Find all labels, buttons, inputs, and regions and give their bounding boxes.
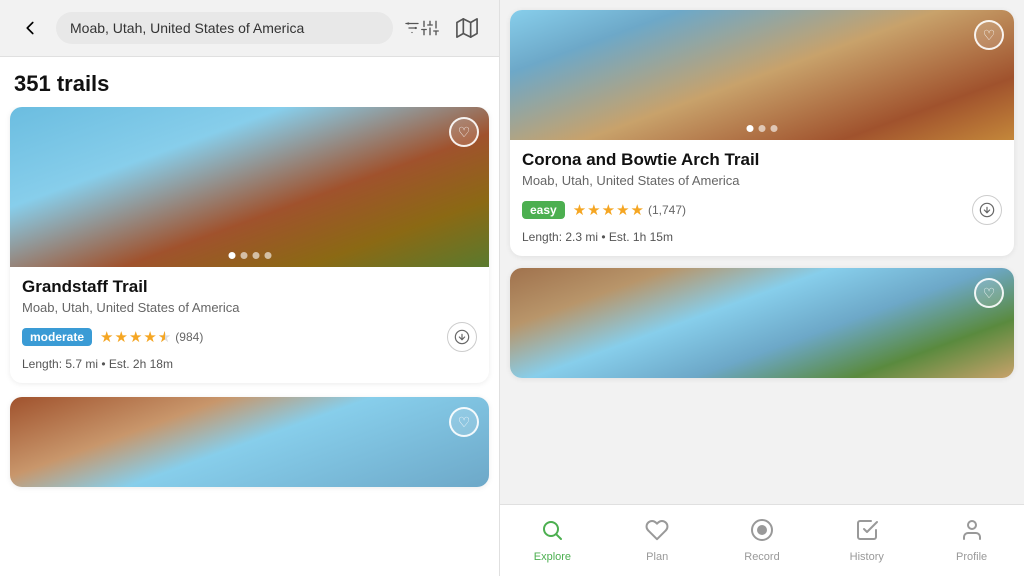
profile-icon [960,518,984,548]
star-rating: ★ ★ ★ ★ ★ ★ (984) [100,328,203,346]
star-1: ★ [100,328,113,346]
star-2: ★ [114,328,127,346]
right-trail-stats: Length: 2.3 mi • Est. 1h 15m [522,230,1002,244]
right-trail-info: Corona and Bowtie Arch Trail Moab, Utah,… [510,140,1014,256]
right-trail-card-waterfall[interactable]: ♡ [510,268,1014,378]
trails-count: 351 trails [0,57,499,107]
nav-label-plan: Plan [646,551,668,563]
trail-image-corona [510,10,1014,140]
dot-2 [240,252,247,259]
map-button[interactable] [449,10,485,46]
trail-info: Grandstaff Trail Moab, Utah, United Stat… [10,267,489,383]
star-half: ★ ★ [158,328,171,346]
trail-image-wrap-partial: ♡ [10,397,489,487]
trail-card-partial[interactable]: ♡ [10,397,489,487]
favorite-button-corona[interactable]: ♡ [974,20,1004,50]
favorite-button[interactable]: ♡ [449,117,479,147]
trail-location: Moab, Utah, United States of America [22,300,477,315]
right-trail-image-wrap: ♡ [510,10,1014,140]
location-search[interactable]: Moab, Utah, United States of America [56,12,393,44]
location-text: Moab, Utah, United States of America [70,20,304,36]
right-review-count: (1,747) [648,203,686,217]
right-trail-image-wrap-2: ♡ [510,268,1014,378]
nav-label-history: History [850,551,884,563]
nav-label-profile: Profile [956,551,987,563]
filter-button[interactable] [403,10,439,46]
trail-stats: Length: 5.7 mi • Est. 2h 18m [22,357,477,371]
right-star-5: ★ [631,201,644,219]
nav-item-plan[interactable]: Plan [605,512,710,569]
left-panel: Moab, Utah, United States of America [0,0,500,576]
nav-label-explore: Explore [534,551,571,563]
right-difficulty-badge: easy [522,201,565,219]
search-bar: Moab, Utah, United States of America [0,0,499,57]
right-star-4: ★ [616,201,629,219]
trails-list: ♡ Grandstaff Trail Moab, Utah, United St… [0,107,499,576]
right-panel: ♡ Corona and Bowtie Arch Trail Moab, Uta… [500,0,1024,576]
trail-image-wrap: ♡ [10,107,489,267]
record-icon [750,518,774,548]
dot-3 [252,252,259,259]
download-button[interactable] [447,322,477,352]
filter-icon [403,17,421,39]
right-star-1: ★ [573,201,586,219]
bottom-nav: Explore Plan Record [500,504,1024,576]
back-button[interactable] [14,12,46,44]
right-content: ♡ Corona and Bowtie Arch Trail Moab, Uta… [500,0,1024,504]
star-4: ★ [143,328,156,346]
trail-name: Grandstaff Trail [22,277,477,297]
trail-meta-left: moderate ★ ★ ★ ★ ★ ★ (984) [22,328,203,346]
right-trail-name: Corona and Bowtie Arch Trail [522,150,1002,170]
right-download-button[interactable] [972,195,1002,225]
right-star-rating: ★ ★ ★ ★ ★ (1,747) [573,201,686,219]
nav-item-record[interactable]: Record [710,512,815,569]
chevron-left-icon [19,17,41,39]
trail-image-second [10,397,489,487]
difficulty-badge: moderate [22,328,92,346]
right-trail-card-corona[interactable]: ♡ Corona and Bowtie Arch Trail Moab, Uta… [510,10,1014,256]
review-count: (984) [175,330,203,344]
star-3: ★ [129,328,142,346]
history-icon [855,518,879,548]
favorite-button-2[interactable]: ♡ [449,407,479,437]
dot-c2 [759,125,766,132]
right-trail-meta-left: easy ★ ★ ★ ★ ★ (1,747) [522,201,686,219]
explore-icon [540,518,564,548]
right-trail-meta-row: easy ★ ★ ★ ★ ★ (1,747) [522,195,1002,225]
trail-image-grandstaff [10,107,489,267]
sliders-icon [421,17,439,39]
nav-item-explore[interactable]: Explore [500,512,605,569]
map-icon [456,17,478,39]
dot-c1 [747,125,754,132]
nav-item-history[interactable]: History [814,512,919,569]
dot-4 [264,252,271,259]
right-download-icon [979,202,995,218]
dot-1 [228,252,235,259]
trail-card[interactable]: ♡ Grandstaff Trail Moab, Utah, United St… [10,107,489,383]
right-trail-location: Moab, Utah, United States of America [522,173,1002,188]
nav-item-profile[interactable]: Profile [919,512,1024,569]
download-icon [454,329,470,345]
nav-label-record: Record [744,551,779,563]
image-dots-corona [747,125,778,132]
right-star-2: ★ [587,201,600,219]
dot-c3 [771,125,778,132]
trail-meta-row: moderate ★ ★ ★ ★ ★ ★ (984) [22,322,477,352]
trail-image-waterfall [510,268,1014,378]
right-star-3: ★ [602,201,615,219]
image-dots [228,252,271,259]
plan-icon [645,518,669,548]
favorite-button-waterfall[interactable]: ♡ [974,278,1004,308]
